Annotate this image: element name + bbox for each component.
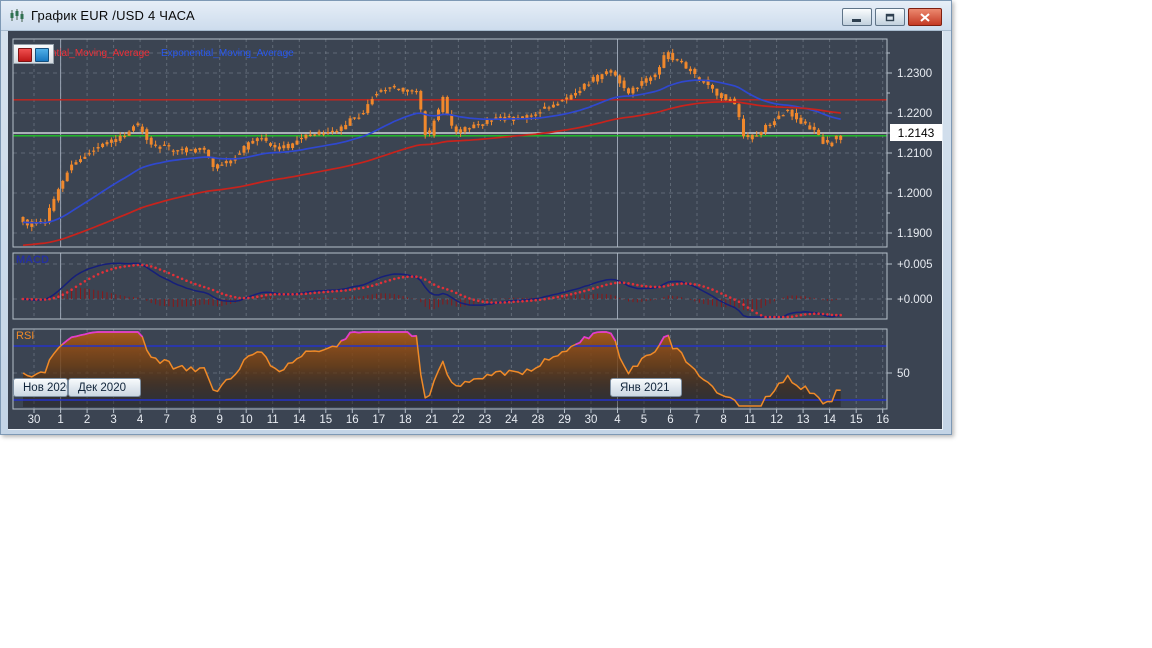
svg-text:1.1900: 1.1900: [897, 228, 932, 240]
chart-window: График EUR /USD 4 ЧАСА 1.2300 1.2200 1.210…: [0, 0, 952, 435]
svg-text:14: 14: [293, 414, 306, 426]
svg-text:8: 8: [720, 414, 726, 426]
svg-text:11: 11: [744, 414, 756, 426]
svg-text:1.2000: 1.2000: [897, 188, 932, 200]
svg-text:15: 15: [319, 414, 332, 426]
svg-text:7: 7: [163, 414, 169, 426]
svg-text:10: 10: [240, 414, 253, 426]
svg-text:50: 50: [897, 368, 910, 380]
minimize-button[interactable]: [842, 8, 872, 26]
chart-canvas[interactable]: 1.2300 1.2200 1.2100 1.2000 1.1900 +0.005 +0.0…: [8, 31, 942, 429]
svg-text:16: 16: [346, 414, 359, 426]
month-button-dec-2020[interactable]: Дек 2020: [68, 378, 141, 397]
svg-text:22: 22: [452, 414, 465, 426]
svg-text:2: 2: [84, 414, 90, 426]
svg-text:5: 5: [641, 414, 647, 426]
restore-icon: [885, 13, 895, 21]
month-button-nov-2020[interactable]: Нов 2020: [13, 378, 68, 397]
svg-text:29: 29: [558, 414, 571, 426]
svg-text:30: 30: [585, 414, 598, 426]
ema-fast-color-button[interactable]: [35, 48, 49, 62]
svg-text:4: 4: [137, 414, 144, 426]
svg-text:1: 1: [57, 414, 63, 426]
svg-text:1.2100: 1.2100: [897, 148, 932, 160]
legend-color-buttons: [13, 44, 54, 64]
svg-text:1.2200: 1.2200: [897, 108, 932, 120]
app-icon: [9, 8, 25, 24]
svg-text:21: 21: [425, 414, 438, 426]
window-titlebar[interactable]: График EUR /USD 4 ЧАСА: [1, 1, 951, 31]
svg-text:+0.005: +0.005: [897, 259, 933, 271]
close-icon: [920, 12, 930, 22]
svg-text:14: 14: [823, 414, 836, 426]
svg-text:17: 17: [372, 414, 385, 426]
svg-text:6: 6: [667, 414, 673, 426]
svg-text:3: 3: [110, 414, 116, 426]
svg-text:24: 24: [505, 414, 518, 426]
ema-slow-color-button[interactable]: [18, 48, 32, 62]
svg-text:15: 15: [850, 414, 863, 426]
svg-text:28: 28: [532, 414, 545, 426]
price-chart-svg: 1.2300 1.2200 1.2100 1.2000 1.1900 +0.005 +0.0…: [8, 31, 942, 429]
window-title: График EUR /USD 4 ЧАСА: [31, 8, 195, 23]
svg-text:4: 4: [614, 414, 621, 426]
chart-client-area: 1.2300 1.2200 1.2100 1.2000 1.1900 +0.005 +0.0…: [8, 31, 943, 430]
window-controls: [839, 8, 942, 26]
svg-text:13: 13: [797, 414, 810, 426]
restore-button[interactable]: [875, 8, 905, 26]
svg-text:7: 7: [694, 414, 700, 426]
minimize-icon: [852, 18, 861, 22]
svg-text:11: 11: [267, 414, 279, 426]
svg-text:9: 9: [216, 414, 222, 426]
svg-text:12: 12: [770, 414, 783, 426]
svg-text:30: 30: [28, 414, 41, 426]
month-button-jan-2021[interactable]: Янв 2021: [610, 378, 682, 397]
svg-text:8: 8: [190, 414, 196, 426]
svg-text:23: 23: [479, 414, 492, 426]
svg-text:+0.000: +0.000: [897, 294, 933, 306]
close-button[interactable]: [908, 8, 942, 26]
svg-text:18: 18: [399, 414, 412, 426]
svg-text:16: 16: [876, 414, 889, 426]
svg-text:1.2300: 1.2300: [897, 68, 932, 80]
